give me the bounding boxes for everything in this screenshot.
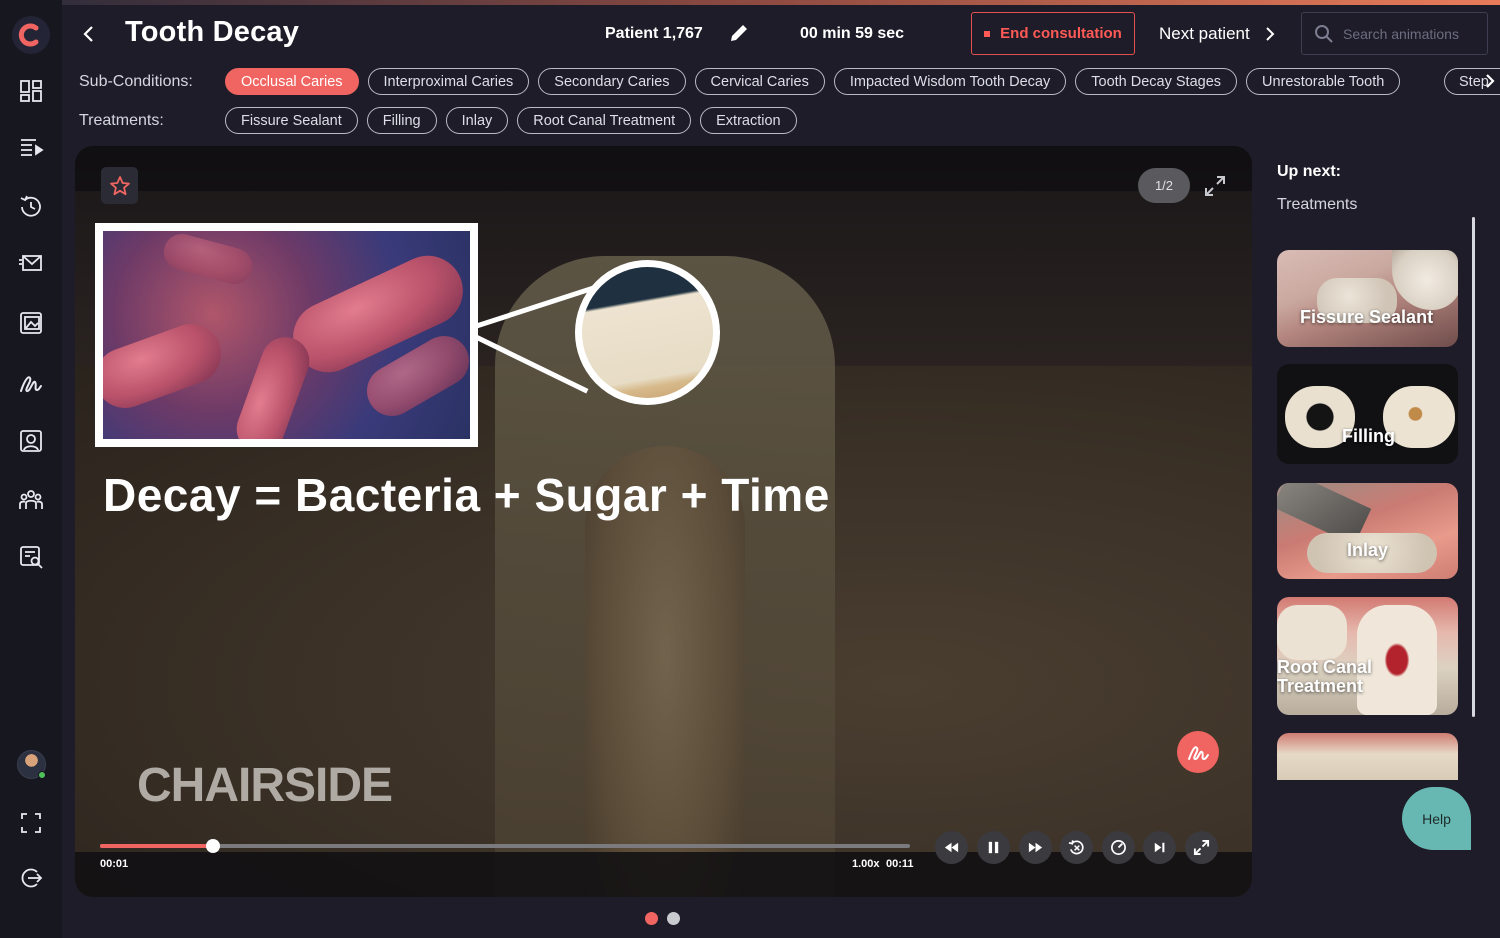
search-icon [1315,24,1333,43]
skip-next-button[interactable] [1143,831,1176,864]
rewind-button[interactable] [935,831,968,864]
chairside-watermark: CHAIRSIDE [137,759,393,812]
up-next-item-filling[interactable]: Filling [1277,364,1458,464]
bacteria-inset-image [95,223,478,447]
rewind-icon [944,842,959,853]
video-headline: Decay = Bacteria + Sugar + Time [103,469,830,521]
chevron-left-icon [83,26,93,42]
top-accent-line [0,0,1500,5]
up-next-label-inlay: Inlay [1347,540,1389,560]
chip-inlay[interactable]: Inlay [445,107,509,134]
slide-dots [645,912,680,925]
pause-button[interactable] [977,831,1010,864]
logout-icon[interactable] [17,864,45,892]
chip-unrestorable-tooth[interactable]: Unrestorable Tooth [1246,68,1401,95]
chevron-right-icon [1266,27,1275,41]
treatments-label: Treatments: [79,112,164,129]
chip-root-canal-treatment[interactable]: Root Canal Treatment [517,107,692,134]
up-next-label-fissure-sealant: Fissure Sealant [1300,307,1434,327]
expand-arrows-icon [1193,839,1210,856]
fullscreen-icon[interactable] [17,809,45,837]
page-indicator: 1/2 [1138,168,1190,203]
search-box[interactable] [1301,12,1488,55]
up-next-label: Up next: [1277,163,1341,180]
draw-icon [1188,746,1209,761]
fast-forward-icon [1028,842,1043,853]
chip-occlusal-caries[interactable]: Occlusal Caries [225,68,359,95]
next-patient-button[interactable]: Next patient [1159,24,1276,44]
bacterium-shape [229,330,317,439]
current-time: 00:01 [100,858,129,870]
end-consultation-button[interactable]: End consultation [971,12,1135,55]
edit-patient-icon[interactable] [728,22,750,44]
draw-button[interactable] [1177,731,1219,773]
bacterium-shape [159,231,257,289]
up-next-item-root-canal-treatment[interactable]: Root Canal Treatment [1277,597,1458,715]
treatments-chips: Fissure Sealant Filling Inlay Root Canal… [225,107,797,134]
chip-secondary-caries[interactable]: Secondary Caries [538,68,686,95]
up-next-label-root-canal-treatment: Root Canal Treatment [1277,657,1373,696]
tooth-crown-shape [1392,250,1458,310]
chip-impacted-wisdom-tooth-decay[interactable]: Impacted Wisdom Tooth Decay [833,68,1067,95]
up-next-item-fissure-sealant[interactable]: Fissure Sealant [1277,250,1458,347]
star-icon [109,175,130,195]
speedometer-icon [1111,840,1126,855]
team-icon[interactable] [17,486,45,514]
online-status-indicator [38,771,46,779]
adjacent-tooth-shape [1277,605,1347,660]
bacterium-shape [103,315,230,417]
sidebar [0,0,62,938]
search-input[interactable] [1343,25,1483,42]
up-next-section: Treatments [1277,196,1358,213]
chip-tooth-decay-stages[interactable]: Tooth Decay Stages [1075,68,1238,95]
mail-icon[interactable] [17,249,45,277]
chip-cervical-caries[interactable]: Cervical Caries [694,68,825,95]
playlist-icon[interactable] [17,133,45,161]
back-button[interactable] [78,22,100,46]
end-consultation-label: End consultation [1000,25,1122,42]
magnified-enamel-circle [575,260,720,405]
total-duration: 00:11 [886,858,914,870]
chip-interproximal-caries[interactable]: Interproximal Caries [367,68,530,95]
patient-profile-icon[interactable] [17,427,45,455]
gallery-icon[interactable] [17,309,45,337]
up-next-item-partial[interactable] [1277,733,1458,780]
scroll-chips-right-icon[interactable] [1480,70,1500,92]
expand-icon[interactable] [1203,174,1227,198]
up-next-label-filling: Filling [1342,426,1395,446]
slide-dot-2[interactable] [667,912,680,925]
stop-icon [984,30,991,37]
draw-icon[interactable] [17,369,45,397]
history-icon[interactable] [17,193,45,221]
up-next-item-inlay[interactable]: Inlay [1277,483,1458,579]
up-next-scrollbar[interactable] [1472,217,1475,717]
fullscreen-button[interactable] [1185,831,1218,864]
playback-speed[interactable]: 1.00x [852,858,880,870]
speed-button[interactable] [1102,831,1135,864]
chip-extraction[interactable]: Extraction [700,107,797,134]
replay-icon [1068,840,1084,855]
fast-forward-button[interactable] [1019,831,1052,864]
app-logo[interactable] [12,16,50,54]
progress-fill [100,844,214,848]
patient-name: Patient 1,767 [605,25,703,42]
subconditions-chips: Occlusal Caries Interproximal Caries Sec… [225,68,1401,95]
replay-button[interactable] [1060,831,1093,864]
subconditions-label: Sub-Conditions: [79,73,193,90]
chip-fissure-sealant[interactable]: Fissure Sealant [225,107,358,134]
dashboard-icon[interactable] [17,77,45,105]
next-patient-label: Next patient [1159,24,1250,43]
pause-icon [988,841,999,854]
slide-dot-1[interactable] [645,912,658,925]
consultation-timer: 00 min 59 sec [800,25,905,42]
skip-next-icon [1154,842,1165,853]
progress-bar[interactable] [100,839,910,853]
page-title: Tooth Decay [125,16,300,48]
search-document-icon[interactable] [17,543,45,571]
player-top-bar [75,146,1252,191]
help-button[interactable]: Help [1402,787,1471,850]
video-player[interactable]: 1/2 Decay = Bacteria + Sugar + Time CHAI… [75,146,1252,897]
chip-filling[interactable]: Filling [366,107,437,134]
favorite-button[interactable] [101,167,138,204]
